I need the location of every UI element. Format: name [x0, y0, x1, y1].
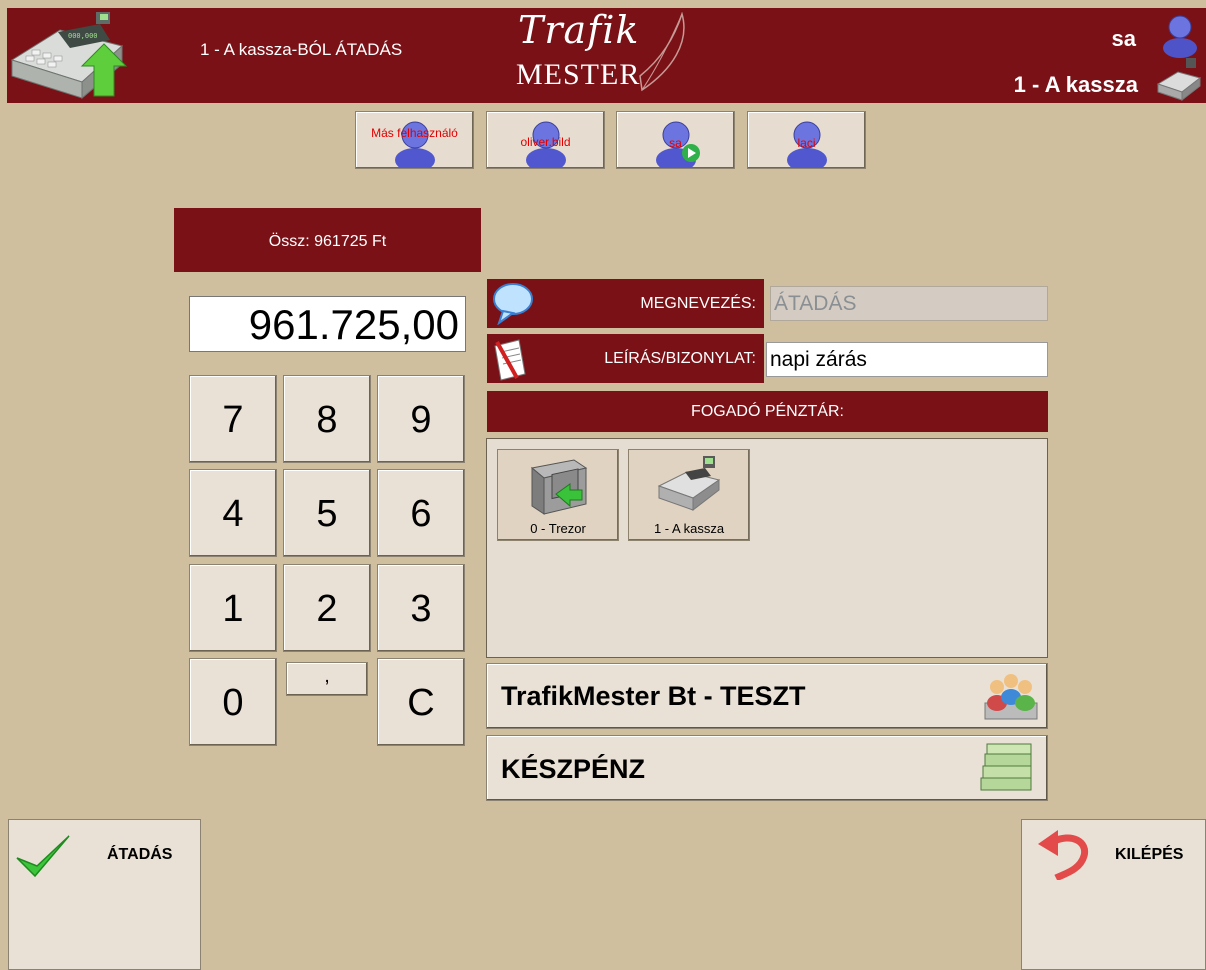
total-sum: Össz: 961725 Ft: [174, 208, 481, 272]
key-9[interactable]: 9: [377, 375, 465, 463]
amount-input[interactable]: 961.725,00: [189, 296, 466, 352]
key-6[interactable]: 6: [377, 469, 465, 557]
svg-text:000,000: 000,000: [68, 32, 98, 40]
user-button-other[interactable]: Más felhasználó: [355, 111, 474, 169]
name-field[interactable]: ÁTADÁS: [770, 286, 1048, 321]
key-clear[interactable]: C: [377, 658, 465, 746]
undo-arrow-icon: [1034, 828, 1090, 885]
key-2[interactable]: 2: [283, 564, 371, 652]
user-button-label: Más felhasználó: [371, 126, 458, 140]
current-register-name: 1 - A kassza: [1013, 72, 1138, 97]
receiver-option-a-kassza[interactable]: 1 - A kassza: [628, 449, 750, 541]
speech-bubble-icon: [491, 281, 535, 330]
receiver-option-trezor[interactable]: 0 - Trezor: [497, 449, 619, 541]
user-button-label: laci: [797, 136, 816, 150]
cash-register-icon: [657, 454, 723, 519]
user-button-sa[interactable]: sa: [616, 111, 735, 169]
description-label-bar: LEÍRÁS/BIZONYLAT:: [487, 334, 764, 383]
key-0[interactable]: 0: [189, 658, 277, 746]
checkmark-icon: [15, 832, 71, 885]
key-1[interactable]: 1: [189, 564, 277, 652]
document-pen-icon: [491, 336, 533, 387]
banknotes-icon: [973, 742, 1039, 803]
payment-method: KÉSZPÉNZ: [501, 754, 646, 784]
description-label: LEÍRÁS/BIZONYLAT:: [604, 350, 756, 367]
description-field[interactable]: napi zárás: [766, 342, 1048, 377]
transfer-label: ÁTADÁS: [107, 846, 173, 863]
cash-register-out-icon: 000,000: [10, 10, 128, 102]
key-8[interactable]: 8: [283, 375, 371, 463]
key-3[interactable]: 3: [377, 564, 465, 652]
people-group-icon: [981, 669, 1041, 730]
partner-name: TrafikMester Bt - TESZT: [501, 681, 806, 711]
user-button-label: oliver.bild: [520, 135, 571, 149]
receiver-title: FOGADÓ PÉNZTÁR:: [487, 391, 1048, 432]
receiver-option-label: 0 - Trezor: [530, 521, 586, 536]
user-button-oliver-bild[interactable]: oliver.bild: [486, 111, 605, 169]
exit-label: KILÉPÉS: [1115, 846, 1184, 863]
user-button-laci[interactable]: laci: [747, 111, 866, 169]
cash-register-icon: [1156, 56, 1202, 102]
current-user-name: sa: [1111, 26, 1136, 51]
trafikmester-logo: Trafik MESTER: [512, 6, 712, 98]
transfer-button[interactable]: ÁTADÁS: [8, 819, 201, 970]
user-icon: [1160, 12, 1200, 58]
payment-method-button[interactable]: KÉSZPÉNZ: [486, 735, 1048, 801]
name-label: MEGNEVEZÉS:: [640, 295, 756, 312]
safe-icon: [526, 458, 592, 521]
receiver-option-label: 1 - A kassza: [653, 521, 725, 536]
user-button-label: sa: [669, 136, 682, 150]
key-comma[interactable]: ,: [286, 662, 368, 696]
key-7[interactable]: 7: [189, 375, 277, 463]
key-5[interactable]: 5: [283, 469, 371, 557]
partner-button[interactable]: TrafikMester Bt - TESZT: [486, 663, 1048, 729]
page-title: 1 - A kassza-BÓL ÁTADÁS: [200, 40, 403, 59]
name-label-bar: MEGNEVEZÉS:: [487, 279, 764, 328]
exit-button[interactable]: KILÉPÉS: [1021, 819, 1206, 970]
key-4[interactable]: 4: [189, 469, 277, 557]
